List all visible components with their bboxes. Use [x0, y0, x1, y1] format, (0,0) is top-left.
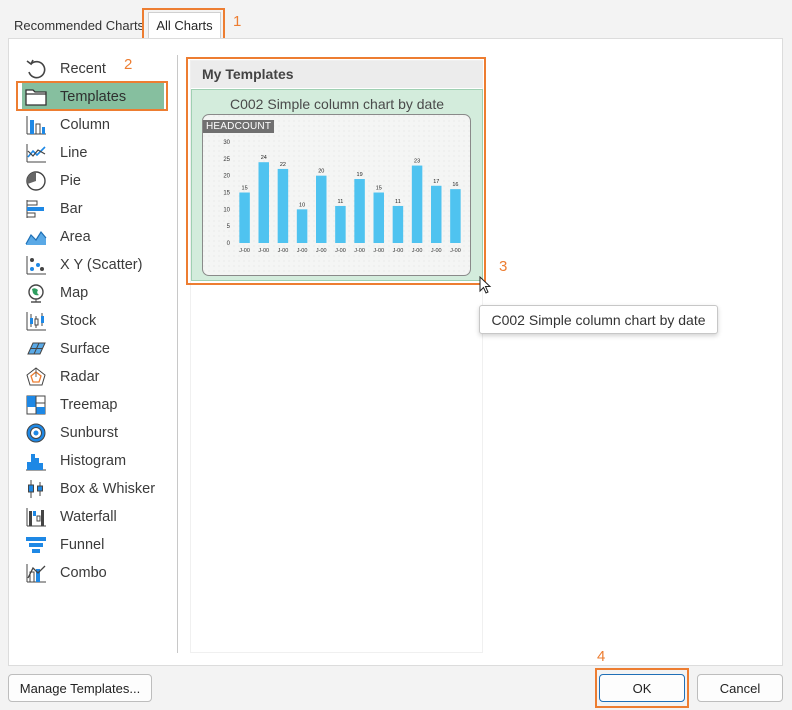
chart-type-waterfall[interactable]: Waterfall [22, 503, 164, 531]
box-whisker-chart-icon [24, 477, 48, 501]
chart-type-funnel[interactable]: Funnel [22, 531, 164, 559]
chart-type-label: Radar [60, 369, 100, 385]
pie-chart-icon [24, 169, 48, 193]
surface-chart-icon [24, 337, 48, 361]
chart-type-label: Combo [60, 565, 107, 581]
callout-box-1 [142, 8, 225, 41]
chart-type-label: Treemap [60, 397, 118, 413]
sunburst-chart-icon [24, 421, 48, 445]
callout-box-2 [16, 81, 168, 111]
manage-templates-button[interactable]: Manage Templates... [8, 674, 152, 702]
stock-chart-icon [24, 309, 48, 333]
callout-number-3: 3 [499, 258, 508, 275]
waterfall-chart-icon [24, 505, 48, 529]
chart-type-label: Sunburst [60, 425, 119, 441]
chart-type-recent[interactable]: Recent [22, 55, 164, 83]
recent-icon [24, 57, 48, 81]
chart-type-label: Pie [60, 173, 81, 189]
chart-type-column[interactable]: Column [22, 111, 164, 139]
chart-type-label: Stock [60, 313, 97, 329]
chart-type-label: Area [60, 229, 91, 245]
chart-type-bar[interactable]: Bar [22, 195, 164, 223]
insert-chart-dialog: Recommended Charts All Charts 1 Recent Te… [0, 0, 792, 710]
chart-type-label: Funnel [60, 537, 105, 553]
map-chart-icon [24, 281, 48, 305]
chart-type-surface[interactable]: Surface [22, 335, 164, 363]
line-chart-icon [24, 141, 48, 165]
treemap-chart-icon [24, 393, 48, 417]
chart-type-area[interactable]: Area [22, 223, 164, 251]
chart-type-histogram[interactable]: Histogram [22, 447, 164, 475]
chart-type-label: Box & Whisker [60, 481, 156, 497]
callout-number-1: 1 [233, 13, 242, 30]
chart-type-stock[interactable]: Stock [22, 307, 164, 335]
divider [177, 55, 178, 653]
cancel-button[interactable]: Cancel [697, 674, 783, 702]
chart-type-label: Waterfall [60, 509, 117, 525]
chart-type-map[interactable]: Map [22, 279, 164, 307]
combo-chart-icon [24, 561, 48, 585]
chart-type-label: Column [60, 117, 110, 133]
callout-box-3 [186, 57, 486, 285]
chart-type-combo[interactable]: Combo [22, 559, 164, 587]
histogram-chart-icon [24, 449, 48, 473]
area-chart-icon [24, 225, 48, 249]
chart-type-label: Surface [60, 341, 110, 357]
scatter-chart-icon [24, 253, 48, 277]
funnel-chart-icon [24, 533, 48, 557]
chart-type-label: Map [60, 285, 89, 301]
chart-type-pie[interactable]: Pie [22, 167, 164, 195]
bar-chart-icon [24, 197, 48, 221]
chart-type-treemap[interactable]: Treemap [22, 391, 164, 419]
callout-box-4 [595, 668, 689, 708]
chart-type-x-y-scatter[interactable]: X Y (Scatter) [22, 251, 164, 279]
column-chart-icon [24, 113, 48, 137]
radar-chart-icon [24, 365, 48, 389]
callout-number-2: 2 [124, 56, 133, 73]
chart-type-line[interactable]: Line [22, 139, 164, 167]
chart-type-label: Line [60, 145, 88, 161]
chart-type-sunburst[interactable]: Sunburst [22, 419, 164, 447]
callout-number-4: 4 [597, 648, 606, 665]
chart-type-label: Bar [60, 201, 83, 217]
chart-type-box-whisker[interactable]: Box & Whisker [22, 475, 164, 503]
chart-type-label: Recent [60, 61, 106, 77]
template-tooltip: C002 Simple column chart by date [479, 305, 718, 334]
chart-type-label: X Y (Scatter) [60, 257, 143, 273]
chart-type-label: Histogram [60, 453, 127, 469]
chart-type-list: Recent Templates Column Line Pie Bar Area X Y (… [22, 55, 164, 653]
mouse-pointer-icon [479, 276, 492, 294]
tab-recommended-charts[interactable]: Recommended Charts [14, 18, 144, 33]
chart-type-radar[interactable]: Radar [22, 363, 164, 391]
